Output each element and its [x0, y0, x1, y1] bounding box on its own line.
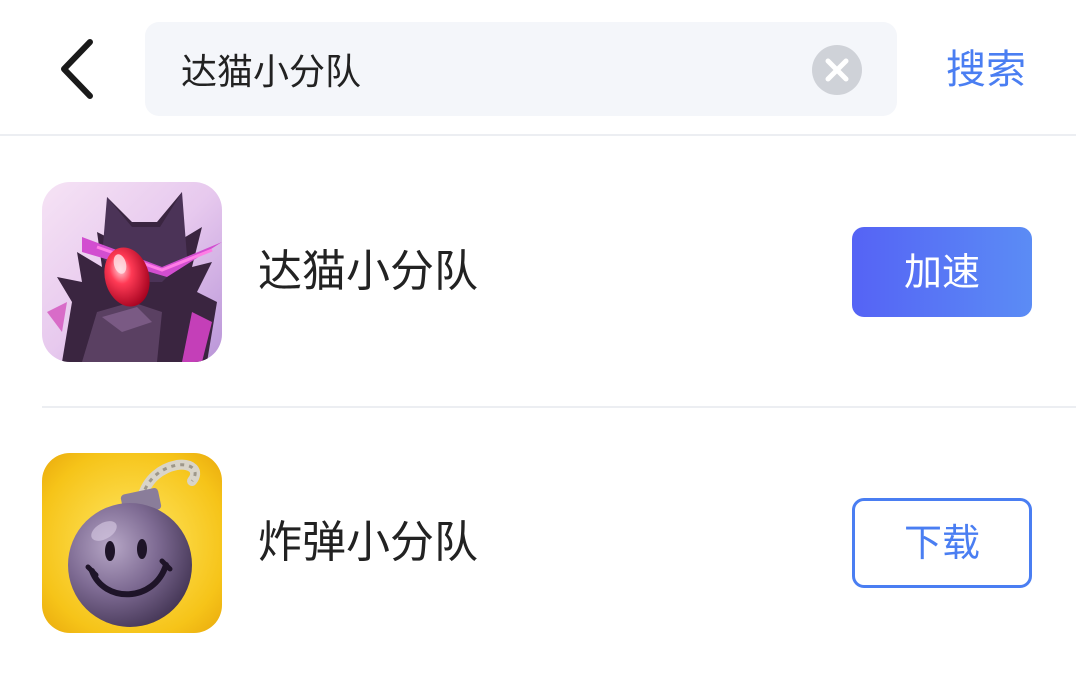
clear-circle-icon — [812, 45, 862, 95]
search-results-screen: 搜索 — [0, 0, 1076, 677]
back-button[interactable] — [50, 34, 110, 104]
download-button[interactable]: 下载 — [852, 498, 1032, 588]
app-name: 达猫小分队 — [258, 246, 478, 297]
search-box — [145, 22, 897, 116]
search-header: 搜索 — [0, 0, 1076, 136]
list-item[interactable]: 炸弹小分队 下载 — [0, 407, 1076, 677]
smiling-bomb-game-icon — [42, 453, 222, 633]
dark-cat-knight-game-icon — [42, 182, 222, 362]
search-input[interactable] — [181, 22, 801, 116]
chevron-left-icon — [61, 39, 93, 99]
list-item[interactable]: 达猫小分队 加速 — [0, 136, 1076, 408]
clear-search-button[interactable] — [811, 44, 863, 96]
search-button[interactable]: 搜索 — [930, 38, 1042, 102]
accelerate-button[interactable]: 加速 — [852, 227, 1032, 317]
app-name: 炸弹小分队 — [258, 517, 478, 568]
